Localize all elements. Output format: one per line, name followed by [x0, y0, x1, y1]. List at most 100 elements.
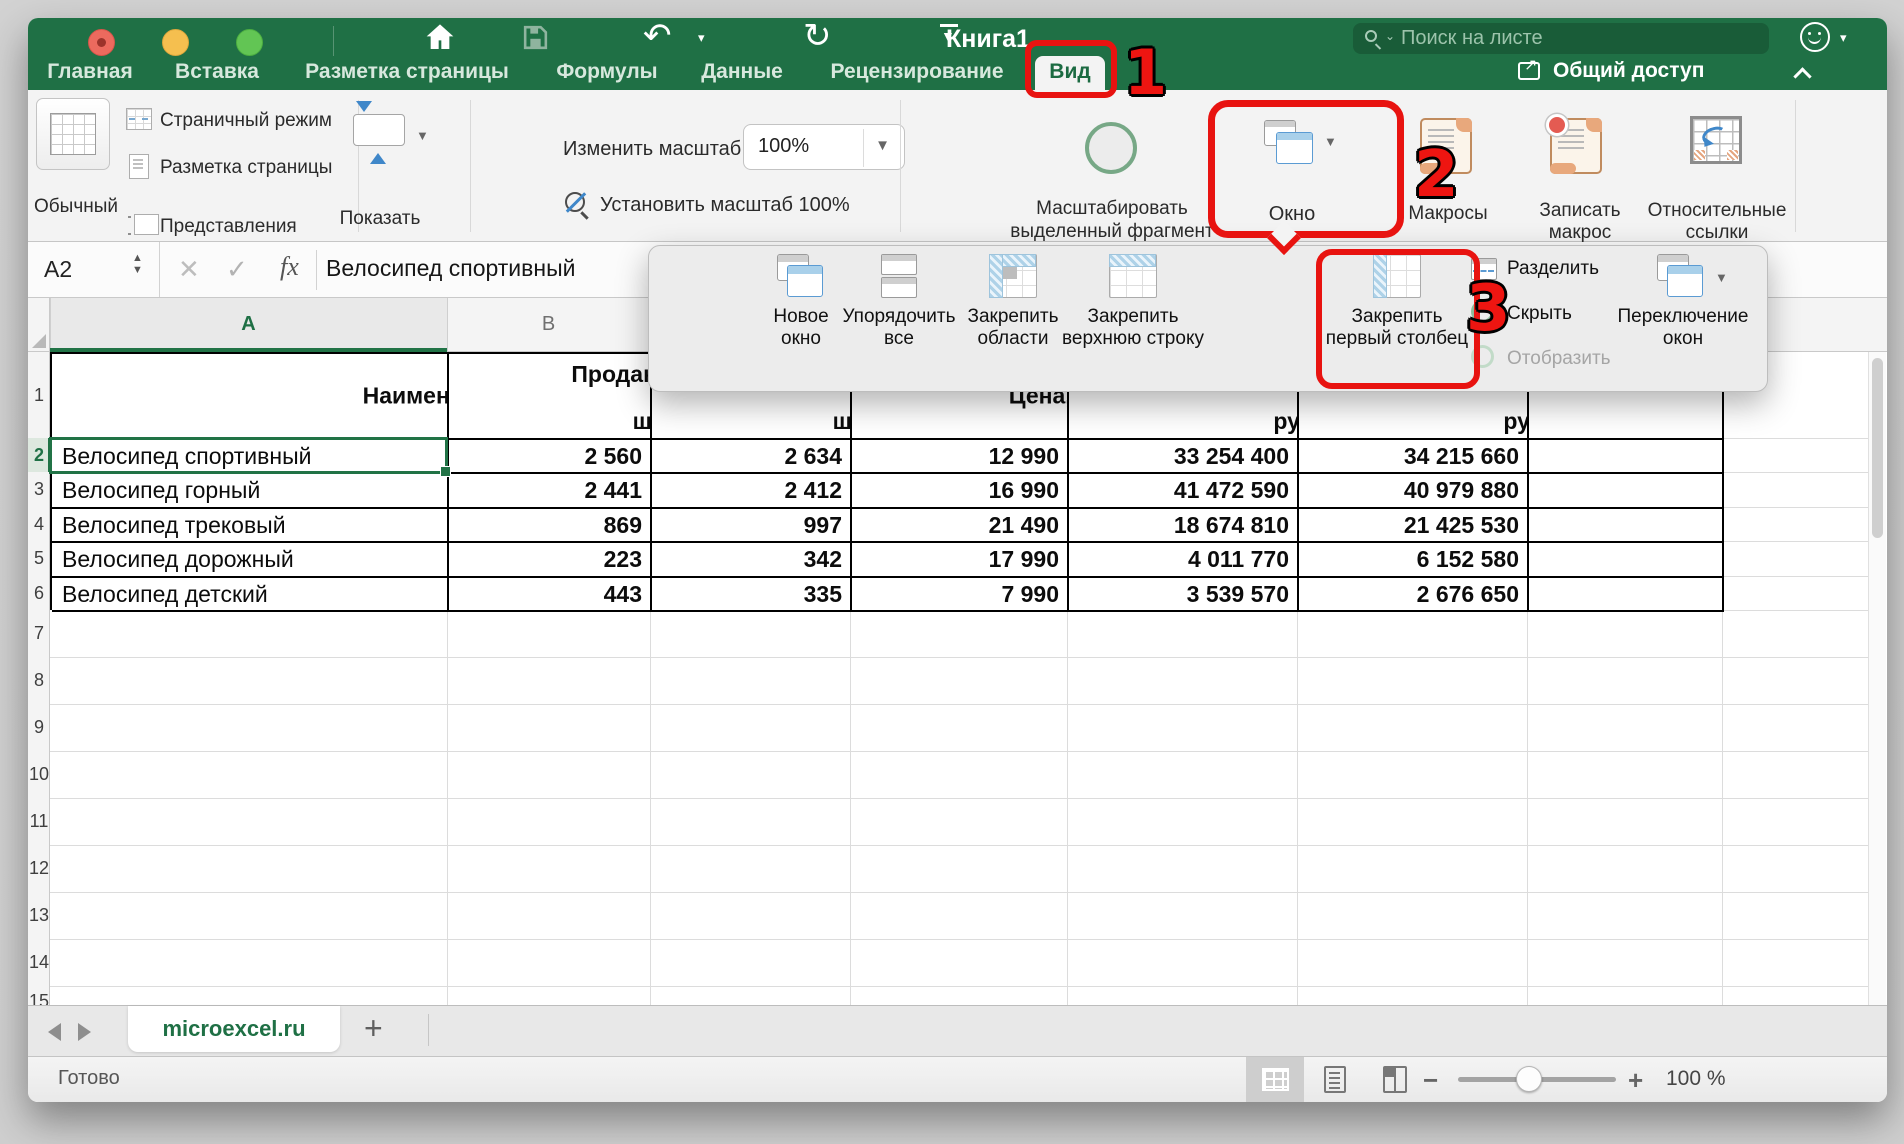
- table-cell[interactable]: 34 215 660: [1299, 440, 1529, 474]
- undo-icon[interactable]: ↶: [643, 16, 672, 56]
- redo-icon[interactable]: ↻: [803, 16, 832, 56]
- next-sheet-icon[interactable]: [78, 1023, 91, 1041]
- switch-windows-caret[interactable]: ▼: [1715, 270, 1728, 285]
- table-cell[interactable]: 18 674 810: [1069, 509, 1299, 543]
- search-input[interactable]: ⌄ Поиск на листе: [1353, 23, 1769, 54]
- table-cell[interactable]: 2 560: [449, 440, 652, 474]
- switch-windows-label[interactable]: Переключение: [1608, 306, 1758, 328]
- page-break-preview-button[interactable]: Страничный режим: [160, 110, 332, 132]
- table-cell[interactable]: 6 152 580: [1299, 543, 1529, 578]
- table-cell[interactable]: 342: [652, 543, 852, 578]
- select-all-corner[interactable]: [28, 298, 50, 352]
- table-cell[interactable]: 33 254 400: [1069, 440, 1299, 474]
- fx-icon[interactable]: fx: [280, 252, 299, 282]
- table-cell[interactable]: 997: [652, 509, 852, 543]
- zoom-to-selection-button[interactable]: Масштабировать: [1002, 198, 1222, 220]
- table-cell[interactable]: [1529, 440, 1724, 474]
- tab-formuly[interactable]: Формулы: [547, 56, 667, 90]
- feedback-caret[interactable]: ▾: [1840, 30, 1847, 46]
- row-number[interactable]: 2: [28, 438, 50, 472]
- row-number[interactable]: 7: [28, 610, 50, 657]
- name-box[interactable]: A2 ▲▼: [28, 242, 160, 297]
- record-macro-button[interactable]: Записать: [1520, 200, 1640, 222]
- table-cell[interactable]: 869: [449, 509, 652, 543]
- table-row[interactable]: Велосипед дорожный: [52, 543, 449, 578]
- table-row[interactable]: Велосипед горный: [52, 474, 449, 509]
- name-box-spinner[interactable]: ▲▼: [132, 252, 143, 276]
- column-header-b[interactable]: B: [447, 298, 650, 351]
- table-cell-a1[interactable]: Наименование: [52, 354, 449, 440]
- table-cell[interactable]: 16 990: [852, 474, 1069, 509]
- row-number[interactable]: 13: [28, 892, 50, 939]
- page-break-toggle[interactable]: [1366, 1057, 1424, 1102]
- close-window-button[interactable]: [88, 29, 115, 56]
- share-button[interactable]: Общий доступ: [1553, 59, 1704, 83]
- tab-recenzirovanie[interactable]: Рецензирование: [817, 56, 1017, 90]
- table-cell[interactable]: 3 539 570: [1069, 578, 1299, 612]
- table-cell[interactable]: 7 990: [852, 578, 1069, 612]
- table-row[interactable]: Велосипед детский: [52, 578, 449, 612]
- relative-references-button[interactable]: Относительные: [1637, 200, 1797, 222]
- zoom-slider-thumb[interactable]: [1516, 1066, 1542, 1092]
- table-cell-b1[interactable]: Продано, 1кв.шт.: [449, 354, 652, 440]
- zoom-in-button[interactable]: +: [1628, 1065, 1643, 1096]
- row-number[interactable]: 15: [28, 986, 50, 1005]
- normal-view-button[interactable]: [36, 98, 110, 170]
- freeze-top-row-item[interactable]: Закрепить: [1043, 306, 1223, 328]
- spreadsheet-grid[interactable]: A B 123456789101112131415 Наименование П…: [28, 298, 1887, 1005]
- row-number[interactable]: 5: [28, 541, 50, 576]
- vertical-scrollbar[interactable]: [1868, 352, 1886, 1005]
- table-cell[interactable]: 2 412: [652, 474, 852, 509]
- table-cell[interactable]: 40 979 880: [1299, 474, 1529, 509]
- row-number[interactable]: 14: [28, 939, 50, 986]
- tab-glavnaya[interactable]: Главная: [38, 56, 142, 90]
- table-cell[interactable]: 223: [449, 543, 652, 578]
- hide-item[interactable]: Скрыть: [1507, 303, 1572, 325]
- table-cell[interactable]: [1529, 509, 1724, 543]
- add-sheet-button[interactable]: +: [364, 1010, 383, 1047]
- column-header-a[interactable]: A: [50, 298, 447, 351]
- collapse-ribbon-icon[interactable]: [1793, 67, 1811, 85]
- search-scope-caret[interactable]: ⌄: [1385, 29, 1395, 43]
- feedback-smiley-icon[interactable]: [1800, 22, 1830, 52]
- custom-views-button[interactable]: Представления: [160, 216, 297, 238]
- row-number[interactable]: 10: [28, 751, 50, 798]
- zoom-window-button[interactable]: [236, 29, 263, 56]
- row-number[interactable]: 9: [28, 704, 50, 751]
- zoom-combo-caret[interactable]: ▼: [875, 137, 890, 154]
- show-button[interactable]: Показать: [320, 208, 440, 230]
- table-row[interactable]: Велосипед трековый: [52, 509, 449, 543]
- minimize-window-button[interactable]: [162, 29, 189, 56]
- tab-vstavka[interactable]: Вставка: [165, 56, 269, 90]
- zoom-combobox[interactable]: 100% ▼: [743, 124, 905, 170]
- accept-icon[interactable]: ✓: [226, 254, 248, 285]
- tab-dannye[interactable]: Данные: [690, 56, 794, 90]
- home-icon[interactable]: [423, 21, 457, 58]
- table-cell[interactable]: 21 490: [852, 509, 1069, 543]
- row-number[interactable]: 8: [28, 657, 50, 704]
- active-cell-selection[interactable]: [49, 437, 448, 474]
- table-cell[interactable]: [1529, 578, 1724, 612]
- page-layout-button[interactable]: Разметка страницы: [160, 157, 332, 179]
- show-dropdown-caret[interactable]: ▼: [416, 128, 429, 143]
- table-cell[interactable]: 4 011 770: [1069, 543, 1299, 578]
- split-item[interactable]: Разделить: [1507, 258, 1599, 280]
- row-number[interactable]: 1: [28, 352, 50, 438]
- table-cell[interactable]: 12 990: [852, 440, 1069, 474]
- cancel-icon[interactable]: ✕: [178, 254, 200, 285]
- normal-view-toggle[interactable]: [1246, 1057, 1304, 1102]
- sheet-tab-active[interactable]: microexcel.ru: [128, 1006, 340, 1052]
- undo-dropdown-caret[interactable]: ▾: [698, 30, 705, 46]
- formula-content[interactable]: Велосипед спортивный: [326, 255, 575, 282]
- vertical-scrollbar-thumb[interactable]: [1872, 358, 1883, 538]
- row-number[interactable]: 12: [28, 845, 50, 892]
- table-cell[interactable]: 2 634: [652, 440, 852, 474]
- zoom-100-button[interactable]: Установить масштаб 100%: [600, 194, 850, 217]
- table-cell[interactable]: [1529, 474, 1724, 509]
- row-number[interactable]: 3: [28, 472, 50, 507]
- table-cell[interactable]: 17 990: [852, 543, 1069, 578]
- zoom-out-button[interactable]: −: [1423, 1065, 1438, 1096]
- table-cell[interactable]: [1529, 543, 1724, 578]
- row-number[interactable]: 6: [28, 576, 50, 610]
- tab-razmetka[interactable]: Разметка страницы: [292, 56, 522, 90]
